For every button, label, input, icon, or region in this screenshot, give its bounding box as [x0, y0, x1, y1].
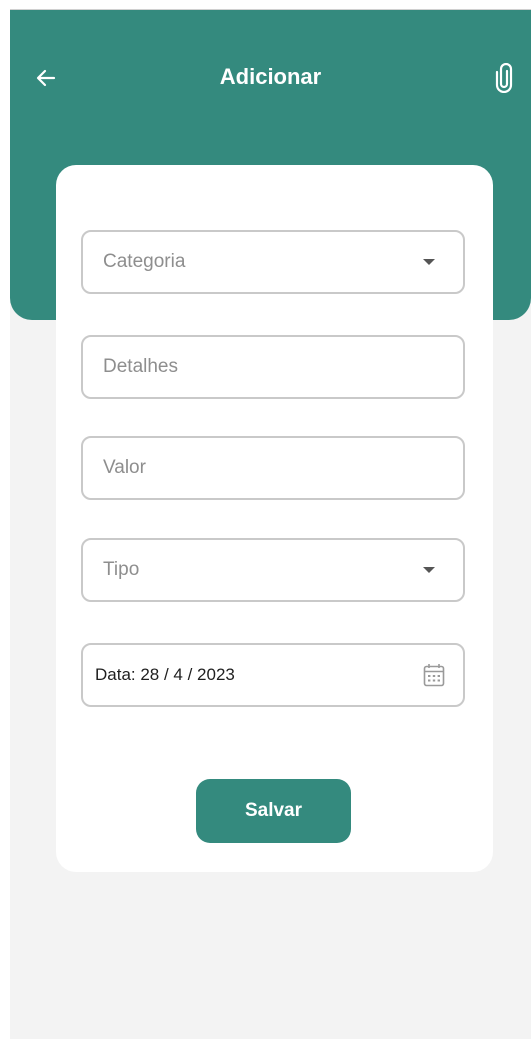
caret-down-icon	[423, 567, 435, 573]
detalhes-field[interactable]: Detalhes	[81, 335, 465, 399]
paperclip-icon	[495, 63, 513, 93]
tipo-select[interactable]: Tipo	[81, 538, 465, 602]
date-field[interactable]: Data: 28 / 4 / 2023	[81, 643, 465, 707]
date-label: Data: 28 / 4 / 2023	[95, 665, 235, 684]
detalhes-placeholder: Detalhes	[103, 356, 178, 377]
valor-field[interactable]: Valor	[81, 436, 465, 500]
attach-button[interactable]	[491, 62, 517, 94]
form-card: Categoria Detalhes Valor Tipo Data: 28 /…	[56, 165, 493, 872]
add-screen: Adicionar Categoria Detalhes Valor Tipo …	[10, 10, 531, 1039]
tipo-placeholder: Tipo	[103, 559, 140, 580]
categoria-placeholder: Categoria	[103, 251, 186, 272]
valor-placeholder: Valor	[103, 457, 146, 478]
page-title: Adicionar	[219, 64, 322, 89]
calendar-icon[interactable]	[423, 663, 445, 687]
categoria-select[interactable]: Categoria	[81, 230, 465, 294]
save-button[interactable]: Salvar	[196, 779, 351, 843]
caret-down-icon	[423, 259, 435, 265]
